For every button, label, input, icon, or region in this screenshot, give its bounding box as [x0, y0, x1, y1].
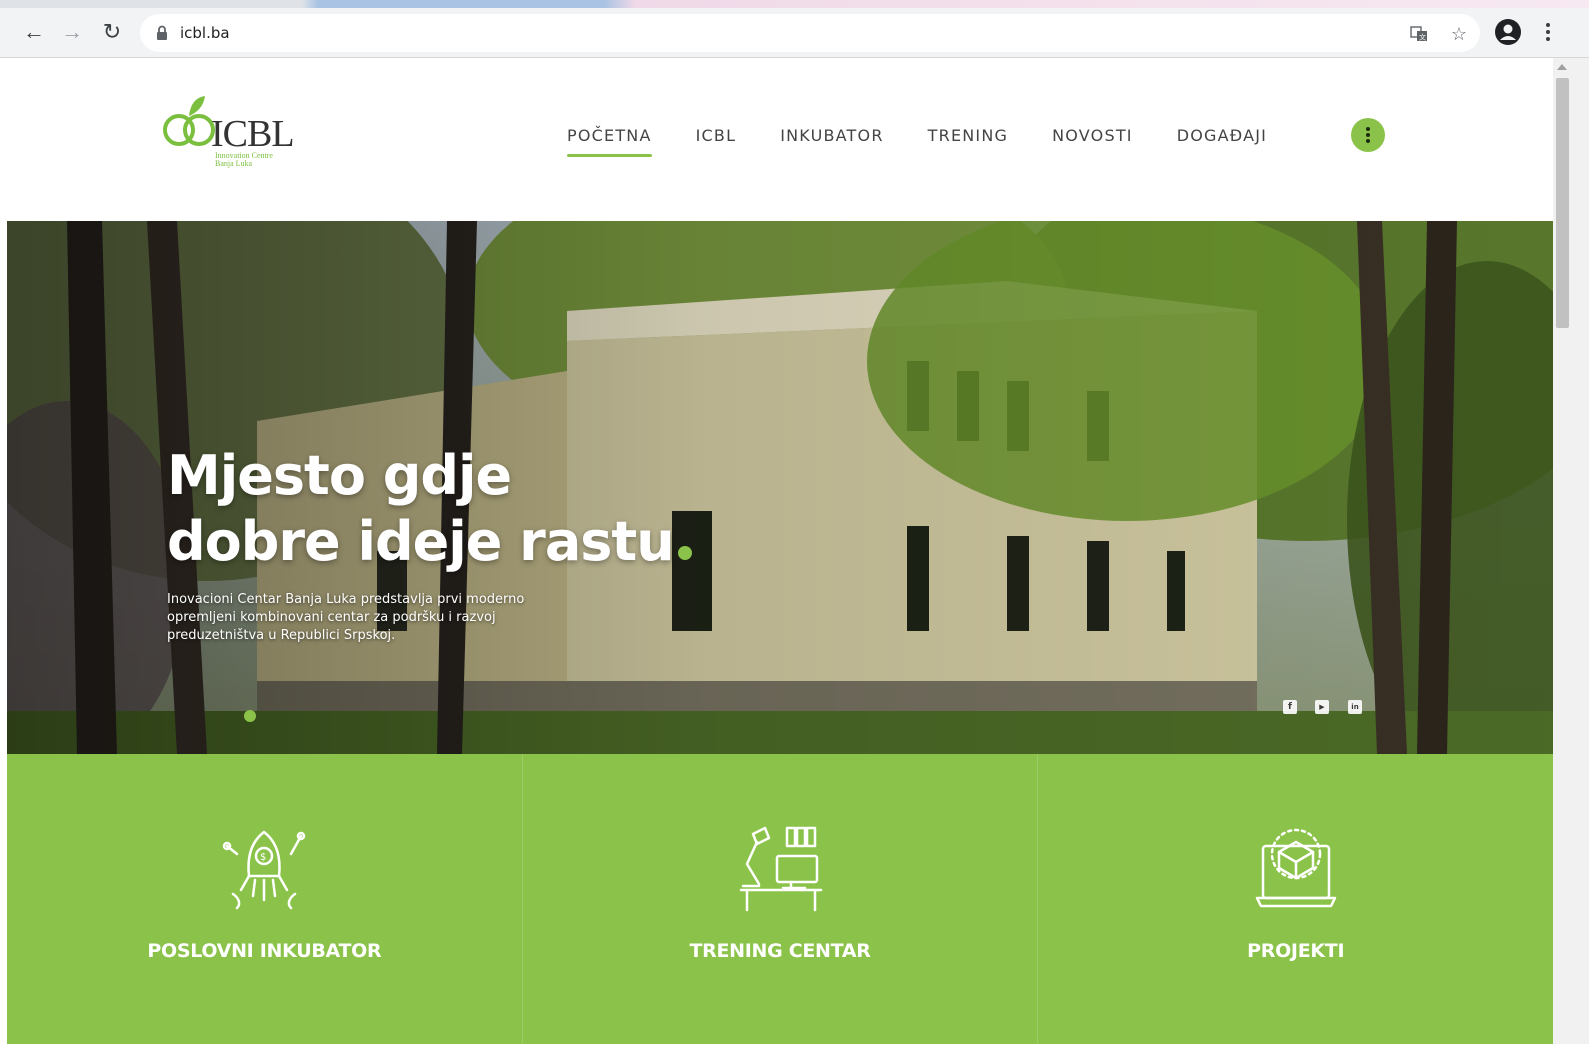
profile-icon[interactable]	[1494, 18, 1522, 46]
address-bar[interactable]: icbl.ba 文 ☆	[140, 14, 1480, 52]
service-poslovni-inkubator[interactable]: $ POSLOVNI INKUBATOR	[7, 754, 523, 1044]
nav-item-dogadaji[interactable]: DOGAĐAJI	[1177, 118, 1267, 145]
desk-lamp-icon	[739, 826, 823, 912]
nav-item-icbl[interactable]: ICBL	[696, 118, 737, 145]
logo-subtext: Innovation Centre Banja Luka	[215, 151, 273, 168]
rocket-icon: $	[223, 830, 306, 910]
service-trening-centar[interactable]: TRENING CENTAR	[523, 754, 1039, 1044]
facebook-icon[interactable]: f	[1283, 700, 1297, 714]
youtube-icon[interactable]: ▶	[1315, 700, 1329, 714]
scrollbar-thumb[interactable]	[1556, 78, 1569, 328]
service-label: TRENING CENTAR	[689, 940, 871, 962]
web-page: ICBL Innovation Centre Banja Luka POČETN…	[7, 58, 1553, 1044]
svg-text:$: $	[260, 852, 266, 863]
translate-icon[interactable]: 文	[1408, 23, 1430, 45]
nav-item-pocetna[interactable]: POČETNA	[567, 118, 652, 157]
service-projekti[interactable]: PROJEKTI	[1038, 754, 1553, 1044]
nav-item-trening[interactable]: TRENING	[928, 118, 1008, 145]
more-menu-button[interactable]	[1351, 118, 1385, 152]
reload-icon[interactable]: ↻	[98, 18, 126, 46]
hero-description: Inovacioni Centar Banja Luka predstavlja…	[167, 592, 525, 643]
back-icon[interactable]: ←	[20, 18, 48, 46]
slider-dot-active[interactable]	[244, 710, 256, 722]
nav-item-novosti[interactable]: NOVOSTI	[1052, 118, 1133, 145]
title-accent-dot	[677, 546, 692, 560]
nav-item-inkubator[interactable]: INKUBATOR	[780, 118, 883, 145]
hero-title-line-1: Mjesto gdje	[167, 444, 512, 507]
laptop-cube-icon	[1255, 828, 1336, 908]
forward-icon[interactable]: →	[58, 18, 86, 46]
browser-menu-icon[interactable]	[1538, 18, 1558, 46]
lock-icon	[157, 25, 167, 40]
hero-title-line-2: dobre ideje rastu	[167, 509, 767, 575]
main-navigation: POČETNA ICBL INKUBATOR TRENING NOVOSTI D…	[567, 118, 1311, 162]
svg-text:文: 文	[1419, 33, 1426, 42]
logo-leaf-icon	[163, 96, 215, 146]
scroll-up-arrow-icon[interactable]	[1557, 64, 1567, 70]
services-section: $ POSLOVNI INKUBATOR TRENING CENTAR PROJ…	[7, 754, 1553, 1044]
hero-title-line-2-text: dobre ideje rastu	[167, 510, 675, 573]
hero-title: Mjesto gdje dobre ideje rastu	[167, 443, 767, 575]
service-label: POSLOVNI INKUBATOR	[147, 940, 382, 962]
browser-toolbar: ← → ↻ icbl.ba 文 ☆	[0, 0, 1589, 58]
service-label: PROJEKTI	[1247, 940, 1345, 962]
tab-strip	[0, 0, 1589, 8]
url-text: icbl.ba	[180, 24, 230, 42]
hero-slider: Mjesto gdje dobre ideje rastu Inovacioni…	[7, 221, 1553, 754]
linkedin-icon[interactable]: in	[1348, 700, 1362, 714]
logo-text: ICBL	[211, 113, 295, 155]
bookmark-star-icon[interactable]: ☆	[1448, 23, 1470, 45]
site-logo[interactable]: ICBL Innovation Centre Banja Luka	[159, 94, 299, 176]
